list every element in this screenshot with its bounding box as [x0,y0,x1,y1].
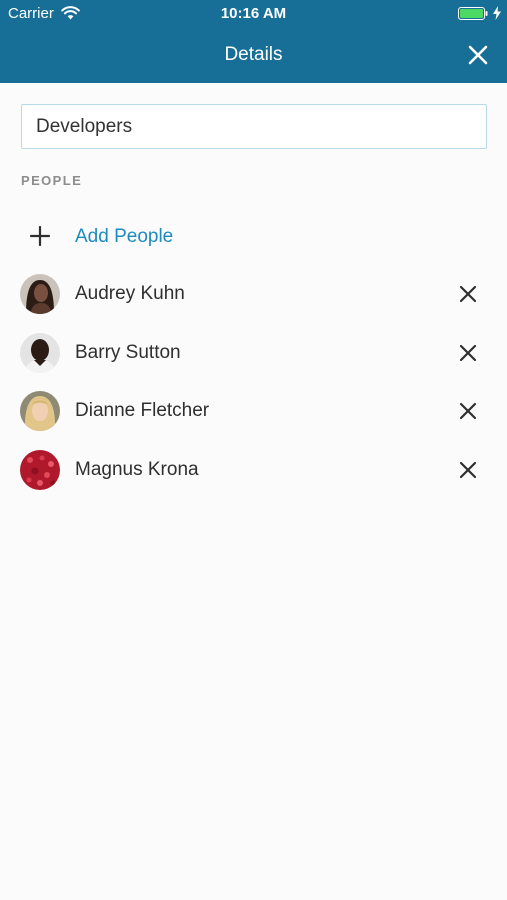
group-name-input[interactable] [21,104,487,149]
close-icon [459,402,477,420]
remove-member-button[interactable] [456,399,480,423]
close-icon [459,461,477,479]
member-name: Dianne Fletcher [75,400,210,421]
avatar [20,333,60,373]
battery-icon [458,7,488,20]
list-item: Magnus Krona [0,441,507,499]
member-name: Magnus Krona [75,459,199,480]
list-item: Audrey Kuhn [0,265,507,323]
remove-member-button[interactable] [456,282,480,306]
list-item: Dianne Fletcher [0,382,507,440]
add-people-button[interactable]: Add People [0,216,507,256]
navigation-bar: Carrier 10:16 AM Details [0,0,507,83]
close-icon [459,344,477,362]
charging-bolt-icon [492,6,502,20]
remove-member-button[interactable] [456,341,480,365]
status-bar: Carrier 10:16 AM [0,0,507,28]
people-section-heading: PEOPLE [21,173,83,188]
list-item: Barry Sutton [0,324,507,382]
status-time: 10:16 AM [220,5,287,22]
member-name: Barry Sutton [75,342,181,363]
avatar [20,391,60,431]
member-name: Audrey Kuhn [75,283,185,304]
avatar [20,450,60,490]
close-icon [459,285,477,303]
avatar [20,274,60,314]
add-people-label: Add People [75,226,174,247]
page-title: Details [224,44,283,65]
close-icon [468,45,488,65]
plus-icon [29,225,51,247]
remove-member-button[interactable] [456,458,480,482]
close-button[interactable] [466,43,490,67]
